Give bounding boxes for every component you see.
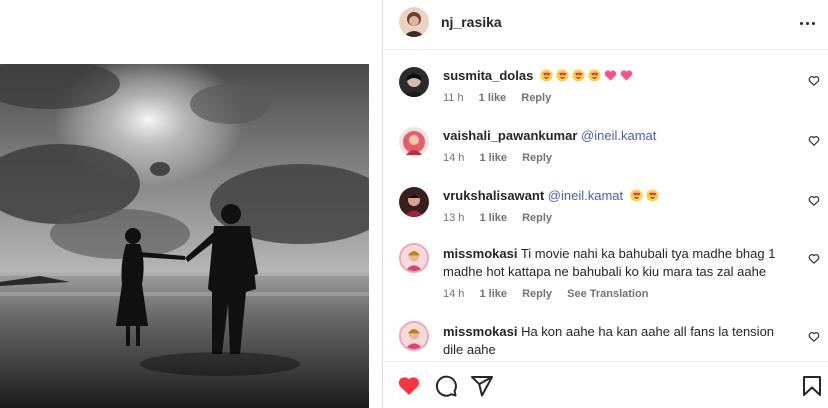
heart-icon[interactable] [397, 374, 421, 398]
heart-eyes-emoji-icon [646, 189, 659, 202]
heart-eyes-emoji-icon [630, 189, 643, 202]
comment-time: 11 h [443, 92, 464, 104]
heart-eyes-emoji-icon [540, 69, 553, 82]
more-options-icon[interactable] [796, 12, 818, 34]
comment-body: missmokasi Ha kon aahe ha kan aahe all f… [443, 323, 788, 359]
avatar[interactable] [399, 127, 429, 157]
heart-icon[interactable] [808, 135, 820, 147]
heart-eyes-emoji-icon [556, 69, 569, 82]
comment-likes[interactable]: 1 like [479, 152, 507, 164]
comment-body: vrukshalisawant @ineil.kamat [443, 187, 788, 205]
pink-heart-emoji-icon [620, 70, 633, 81]
comment-likes[interactable]: 1 like [479, 288, 507, 300]
pink-heart-emoji-icon [604, 70, 617, 81]
emoji-row [537, 68, 633, 83]
post-photo[interactable] [0, 64, 369, 408]
heart-icon[interactable] [808, 195, 820, 207]
comment-username[interactable]: missmokasi [443, 246, 517, 261]
post-username[interactable]: nj_rasika [441, 14, 502, 30]
comment-time: 13 h [443, 212, 465, 224]
comment-likes[interactable]: 1 like [479, 212, 507, 224]
heart-eyes-emoji-icon [588, 69, 601, 82]
post-header: nj_rasika [383, 0, 828, 50]
comment-username[interactable]: susmita_dolas [443, 68, 533, 83]
comment-username[interactable]: missmokasi [443, 324, 517, 339]
reply-button[interactable]: Reply [522, 288, 552, 300]
comment-likes[interactable]: 1 like [479, 92, 507, 104]
post-actions-bar [383, 361, 828, 408]
comment-meta: 11 h 1 like Reply [443, 92, 563, 104]
avatar[interactable] [399, 243, 429, 273]
reply-button[interactable]: Reply [522, 152, 552, 164]
post-media [0, 0, 382, 408]
emoji-row [627, 188, 659, 203]
comments-panel: nj_rasika susmita_dolas 11 h 1 like Repl… [383, 0, 828, 408]
comment-mention[interactable]: @ineil.kamat [581, 128, 656, 143]
avatar[interactable] [399, 67, 429, 97]
comment-time: 14 h [443, 152, 465, 164]
comment-mention[interactable]: @ineil.kamat [548, 188, 623, 203]
comment-icon[interactable] [434, 374, 458, 398]
comment-meta: 13 h 1 like Reply [443, 212, 564, 224]
comment-username[interactable]: vaishali_pawankumar [443, 128, 577, 143]
heart-icon[interactable] [808, 253, 820, 265]
reply-button[interactable]: Reply [521, 92, 551, 104]
reply-button[interactable]: Reply [522, 212, 552, 224]
comment-time: 14 h [443, 288, 465, 300]
see-translation-button[interactable]: See Translation [567, 288, 648, 300]
comment-username[interactable]: vrukshalisawant [443, 188, 544, 203]
avatar[interactable] [399, 187, 429, 217]
comment-meta: 14 h 1 like Reply [443, 152, 564, 164]
comment-body: missmokasi Ti movie nahi ka bahubali tya… [443, 245, 788, 281]
share-icon[interactable] [470, 374, 494, 398]
comment-body: susmita_dolas [443, 67, 788, 85]
heart-eyes-emoji-icon [572, 69, 585, 82]
avatar[interactable] [399, 7, 429, 37]
avatar[interactable] [399, 321, 429, 351]
comment-meta: 14 h 1 like Reply See Translation [443, 288, 660, 300]
beach-silhouette-image [0, 64, 369, 408]
comment-body: vaishali_pawankumar @ineil.kamat [443, 127, 788, 145]
bookmark-icon[interactable] [800, 374, 824, 398]
comments-list: susmita_dolas 11 h 1 like Reply vaishali… [383, 51, 828, 361]
heart-icon[interactable] [808, 75, 820, 87]
heart-icon[interactable] [808, 331, 820, 343]
